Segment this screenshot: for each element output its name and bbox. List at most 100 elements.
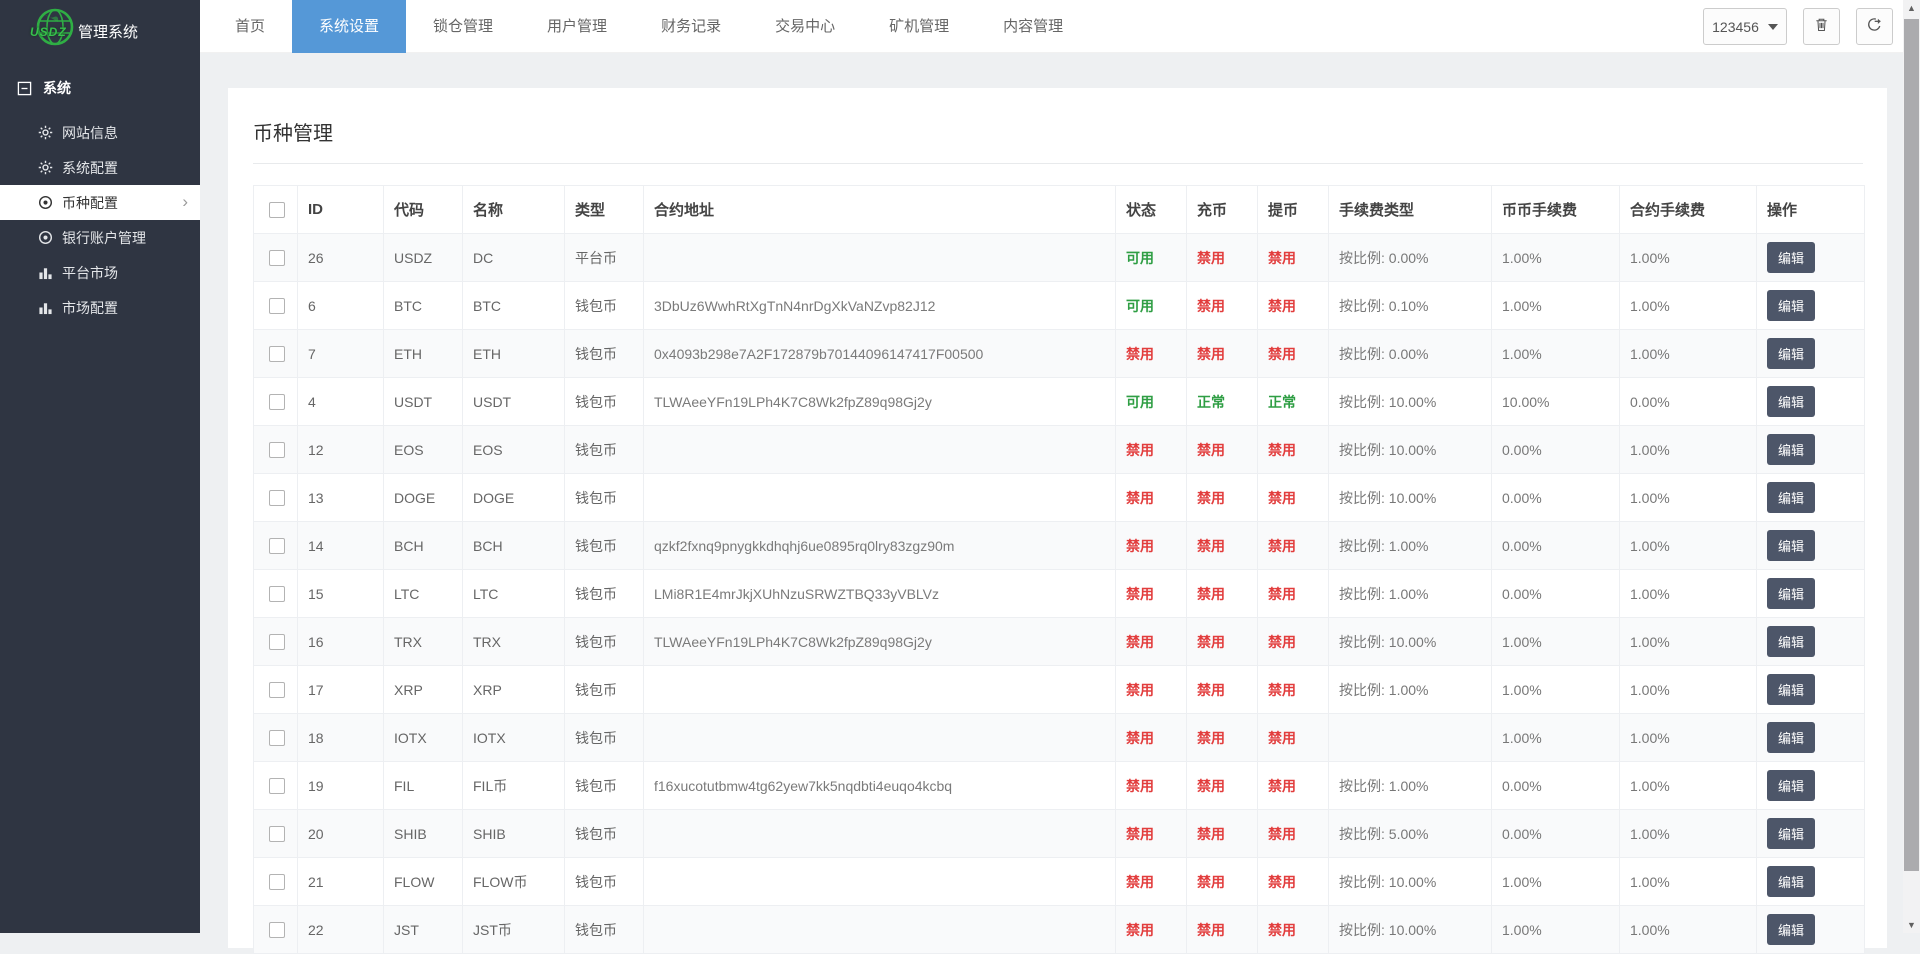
row-checkbox[interactable] <box>269 633 285 650</box>
edit-button[interactable]: 编辑 <box>1767 434 1816 465</box>
nav-item[interactable]: 首页 <box>208 0 292 53</box>
row-checkbox[interactable] <box>269 873 285 890</box>
row-checkbox[interactable] <box>269 393 285 410</box>
edit-button[interactable]: 编辑 <box>1767 290 1816 321</box>
cell-fee_type: 按比例: 1.00% <box>1328 761 1492 810</box>
logout-icon <box>1867 17 1882 37</box>
edit-button[interactable]: 编辑 <box>1767 866 1816 897</box>
sidebar-items: 网站信息 系统配置 币种配置 › 银行账户管理 平台市场 市场配置 <box>0 115 200 325</box>
sidebar-item[interactable]: 系统配置 <box>0 150 200 185</box>
cell-address <box>643 905 1116 954</box>
nav-item[interactable]: 用户管理 <box>520 0 634 53</box>
edit-button[interactable]: 编辑 <box>1767 482 1816 513</box>
cell-fee_type: 按比例: 10.00% <box>1328 857 1492 906</box>
edit-button[interactable]: 编辑 <box>1767 386 1816 417</box>
coin-table-wrap: ID 代码 名称 类型 合约地址 状态 充币 提币 手续费类型 币币手续费 合约手续费 操作 26 US… <box>253 185 1865 954</box>
page-scrollbar[interactable]: ▲ ▼ <box>1903 0 1920 933</box>
sidebar-item[interactable]: 银行账户管理 <box>0 220 200 255</box>
cell-type: 钱包币 <box>564 713 644 762</box>
cell-address: f16xucotutbmw4tg62yew7kk5nqdbti4euqo4kcb… <box>643 761 1116 810</box>
select-all-checkbox[interactable] <box>269 201 285 218</box>
cell-address: 3DbUz6WwhRtXgTnN4nrDgXkVaNZvp82J12 <box>643 281 1116 330</box>
row-checkbox[interactable] <box>269 585 285 602</box>
column-header: 操作 <box>1756 185 1865 234</box>
nav-item[interactable]: 矿机管理 <box>862 0 976 53</box>
cell-withdraw: 正常 <box>1257 377 1329 426</box>
edit-button[interactable]: 编辑 <box>1767 626 1816 657</box>
nav-item[interactable]: 锁仓管理 <box>406 0 520 53</box>
cell-code: IOTX <box>383 713 463 762</box>
cell-address <box>643 713 1116 762</box>
scrollbar-thumb[interactable] <box>1904 19 1919 871</box>
row-checkbox[interactable] <box>269 681 285 698</box>
cell-fee_type <box>1328 713 1492 762</box>
row-checkbox[interactable] <box>269 777 285 794</box>
table-row: 21 FLOW FLOW币 钱包币 禁用 禁用 禁用 按比例: 10.00% 1.00% 1.00… <box>253 857 1865 906</box>
cell-id: 13 <box>297 473 384 522</box>
trash-button[interactable] <box>1803 8 1840 45</box>
cell-deposit: 禁用 <box>1186 569 1258 618</box>
cell-withdraw: 禁用 <box>1257 665 1329 714</box>
edit-button[interactable]: 编辑 <box>1767 914 1816 945</box>
row-checkbox[interactable] <box>269 825 285 842</box>
logout-button[interactable] <box>1856 8 1893 45</box>
cell-fee_type: 按比例: 1.00% <box>1328 665 1492 714</box>
cell-code: USDT <box>383 377 463 426</box>
edit-button[interactable]: 编辑 <box>1767 770 1816 801</box>
cell-type: 钱包币 <box>564 473 644 522</box>
cell-id: 19 <box>297 761 384 810</box>
nav-item[interactable]: 系统设置 <box>292 0 407 53</box>
nav-item[interactable]: 交易中心 <box>748 0 862 53</box>
cell-code: LTC <box>383 569 463 618</box>
cell-code: FIL <box>383 761 463 810</box>
cell-type: 钱包币 <box>564 329 644 378</box>
cell-code: FLOW <box>383 857 463 906</box>
row-select-cell <box>253 233 298 282</box>
cell-name: BCH <box>462 521 565 570</box>
row-checkbox[interactable] <box>269 297 285 314</box>
edit-button[interactable]: 编辑 <box>1767 242 1816 273</box>
row-checkbox[interactable] <box>269 921 285 938</box>
row-checkbox[interactable] <box>269 537 285 554</box>
cell-code: TRX <box>383 617 463 666</box>
edit-button[interactable]: 编辑 <box>1767 722 1816 753</box>
column-header: 币币手续费 <box>1491 185 1620 234</box>
cell-deposit: 禁用 <box>1186 473 1258 522</box>
cell-status: 可用 <box>1115 233 1187 282</box>
edit-button[interactable]: 编辑 <box>1767 578 1816 609</box>
row-checkbox[interactable] <box>269 441 285 458</box>
sidebar-item-label: 币种配置 <box>62 194 118 211</box>
edit-button[interactable]: 编辑 <box>1767 818 1816 849</box>
user-dropdown[interactable]: 123456 <box>1703 8 1787 45</box>
row-select-cell <box>253 521 298 570</box>
edit-button[interactable]: 编辑 <box>1767 674 1816 705</box>
cell-status: 可用 <box>1115 281 1187 330</box>
cell-id: 26 <box>297 233 384 282</box>
cell-address: TLWAeeYFn19LPh4K7C8Wk2fpZ89q98Gj2y <box>643 377 1116 426</box>
coin-table: ID 代码 名称 类型 合约地址 状态 充币 提币 手续费类型 币币手续费 合约手续费 操作 26 US… <box>253 185 1865 954</box>
table-row: 26 USDZ DC 平台币 可用 禁用 禁用 按比例: 0.00% 1.00% 1.00% 编辑 <box>253 233 1865 282</box>
row-checkbox[interactable] <box>269 729 285 746</box>
edit-button[interactable]: 编辑 <box>1767 530 1816 561</box>
row-checkbox[interactable] <box>269 249 285 266</box>
circle-dot-icon <box>38 195 53 210</box>
sidebar-item[interactable]: 网站信息 <box>0 115 200 150</box>
scroll-up-arrow-icon[interactable]: ▲ <box>1903 3 1920 13</box>
cell-type: 钱包币 <box>564 281 644 330</box>
scroll-down-arrow-icon[interactable]: ▼ <box>1903 920 1920 930</box>
nav-item[interactable]: 内容管理 <box>976 0 1090 53</box>
nav-item[interactable]: 财务记录 <box>634 0 748 53</box>
page-title: 币种管理 <box>253 123 333 145</box>
sidebar-item[interactable]: 币种配置 › <box>0 185 200 220</box>
sidebar-item[interactable]: 平台市场 <box>0 255 200 290</box>
sidebar-section-system[interactable]: 系统 <box>0 53 200 115</box>
edit-button[interactable]: 编辑 <box>1767 338 1816 369</box>
cell-code: BCH <box>383 521 463 570</box>
sidebar-item[interactable]: 市场配置 <box>0 290 200 325</box>
cell-address: TLWAeeYFn19LPh4K7C8Wk2fpZ89q98Gj2y <box>643 617 1116 666</box>
cell-name: DC <box>462 233 565 282</box>
row-checkbox[interactable] <box>269 345 285 362</box>
cell-type: 钱包币 <box>564 761 644 810</box>
row-checkbox[interactable] <box>269 489 285 506</box>
table-row: 14 BCH BCH 钱包币 qzkf2fxnq9pnygkkdhqhj6ue0895r… <box>253 521 1865 570</box>
